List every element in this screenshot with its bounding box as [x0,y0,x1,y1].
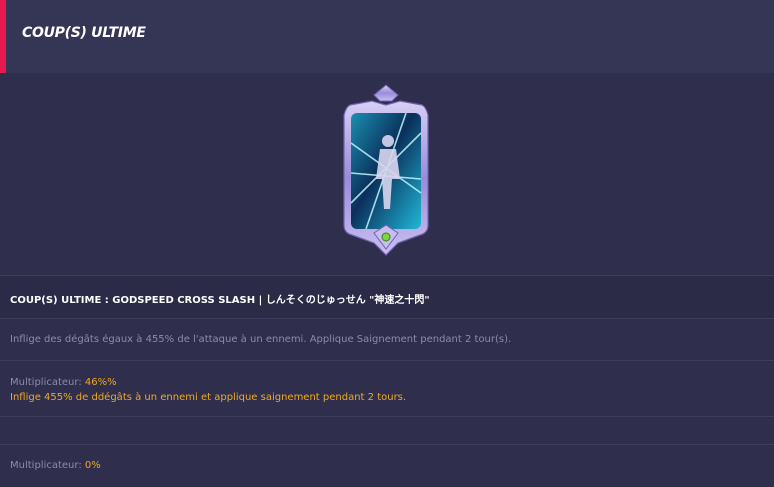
gem-icon [381,232,391,242]
multiplier-line-1: Multiplicateur: 46%% [10,377,117,388]
card-area [0,73,774,275]
empty-row [0,416,774,444]
panel-header: COUP(S) ULTIME [0,0,774,73]
multiplier-detail: Inflige 455% de ddégâts à un ennemi et a… [10,392,407,403]
skill-name-row: COUP(S) ULTIME : GODSPEED CROSS SLASH | … [0,275,774,318]
skill-card-image [343,84,429,256]
skill-description-row: Inflige des dégâts égaux à 455% de l'att… [0,318,774,360]
multiplier-value: 46%% [84,377,117,388]
multiplier-label: Multiplicateur: [10,377,85,388]
multiplier-row-1: Multiplicateur: 46%% Inflige 455% de ddé… [0,360,774,416]
panel-title: COUP(S) ULTIME [22,25,146,41]
skill-name: COUP(S) ULTIME : GODSPEED CROSS SLASH | … [10,295,430,306]
header-accent-bar [0,0,6,73]
multiplier-row-2: Multiplicateur: 0% [0,444,774,487]
multiplier-line-2: Multiplicateur: 0% [10,460,101,471]
multiplier-value: 0% [84,460,101,471]
skill-panel: COUP(S) ULTIME COUP(S) ULTIME: GODSPEED… [0,0,774,487]
skill-description: Inflige des dégâts égaux à 455% de l'att… [10,334,512,345]
multiplier-label: Multiplicateur: [10,460,85,471]
card-frame-top [373,84,399,102]
